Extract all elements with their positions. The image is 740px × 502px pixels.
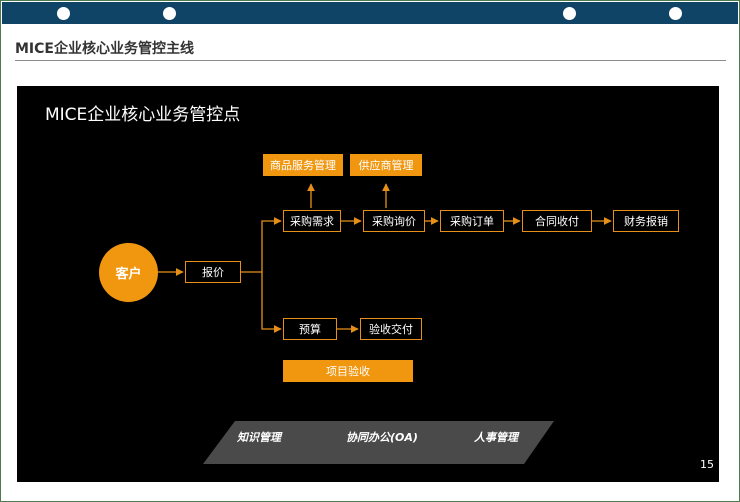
node-procure-order: 采购订单 (440, 210, 504, 232)
header-bar (2, 2, 738, 24)
node-supplier-mgmt: 供应商管理 (350, 154, 422, 176)
tool-hr-mgmt: 人事管理 (474, 431, 518, 444)
node-product-service-mgmt: 商品服务管理 (263, 154, 343, 176)
node-quote: 报价 (185, 261, 241, 283)
header-dot-icon (669, 7, 682, 20)
header-dot-icon (57, 7, 70, 20)
page-number: 15 (700, 458, 714, 471)
section-title: MICE企业核心业务管控主线 (15, 41, 194, 57)
node-contract-collection: 合同收付 (522, 210, 592, 232)
node-procure-request: 采购需求 (283, 210, 341, 232)
tool-oa: 协同办公(OA) (346, 431, 418, 444)
tool-knowledge-mgmt: 知识管理 (237, 431, 281, 444)
node-finance-reimburse: 财务报销 (613, 210, 679, 232)
title-divider (15, 60, 726, 61)
header-dot-icon (563, 7, 576, 20)
arrow-to-budget (261, 272, 282, 333)
node-budget: 预算 (283, 318, 337, 340)
node-project-acceptance: 项目验收 (283, 360, 413, 382)
header-dot-icon (163, 7, 176, 20)
node-procure-inquiry: 采购询价 (363, 210, 425, 232)
slide: MICE企业核心业务管控点 客户 报价 采购需求 采购询价 采购订单 合同收付 … (17, 86, 719, 482)
node-acceptance-delivery: 验收交付 (360, 318, 422, 340)
customer-circle: 客户 (99, 243, 158, 302)
arrow-to-procure-request (261, 217, 282, 272)
page-frame: MICE企业核心业务管控主线 MICE企业核心业务管控点 客户 报价 采购需求 … (0, 0, 740, 502)
